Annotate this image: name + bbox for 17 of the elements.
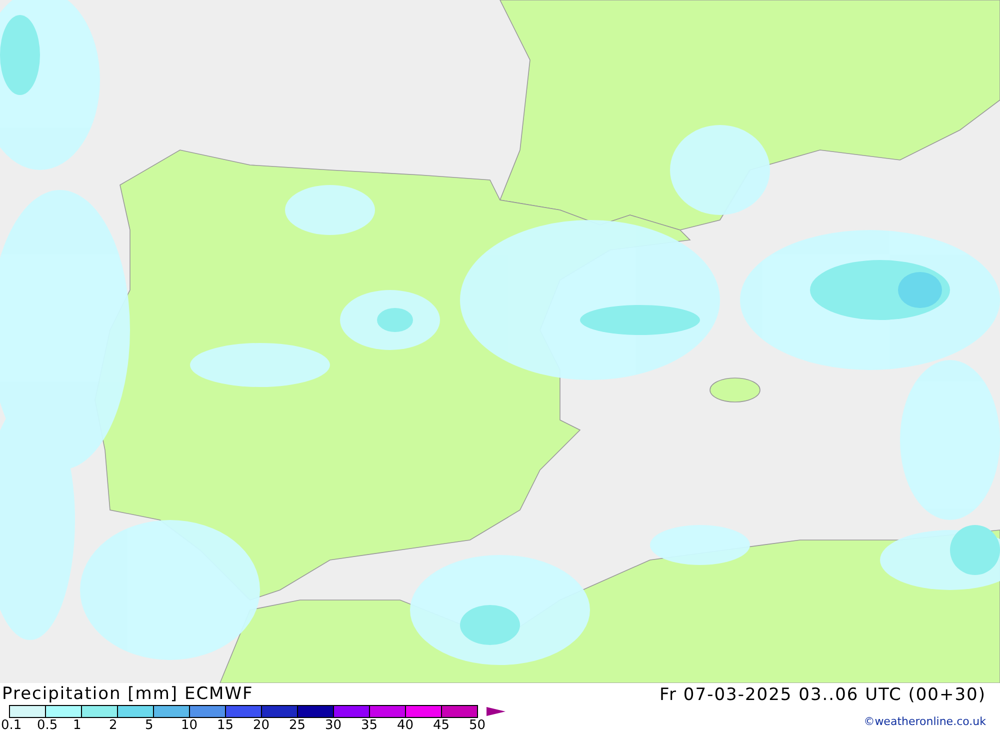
legend-tick-label: 10	[181, 718, 199, 733]
legend-tick-label: 0.5	[37, 718, 59, 733]
valid-time: Fr 07-03-2025 03..06 UTC (00+30)	[660, 684, 986, 707]
map-title: Precipitation [mm] ECMWF	[2, 683, 254, 705]
legend-tick-label: 40	[397, 718, 415, 733]
legend-tick-label: 35	[361, 718, 379, 733]
legend-tick-label: 50	[469, 718, 487, 733]
legend-tick-label: 2	[109, 718, 118, 733]
legend-tick-label: 1	[73, 718, 82, 733]
legend-tick-label: 30	[325, 718, 343, 733]
credit-text: ©weatheronline.co.uk	[864, 715, 986, 728]
legend-tick-label: 20	[253, 718, 271, 733]
legend-tick-label: 25	[289, 718, 307, 733]
legend-tick-label: 15	[217, 718, 235, 733]
legend-tick-label: 5	[145, 718, 154, 733]
legend-tick-label: 0.1	[1, 718, 23, 733]
legend-tick-label: 45	[433, 718, 451, 733]
